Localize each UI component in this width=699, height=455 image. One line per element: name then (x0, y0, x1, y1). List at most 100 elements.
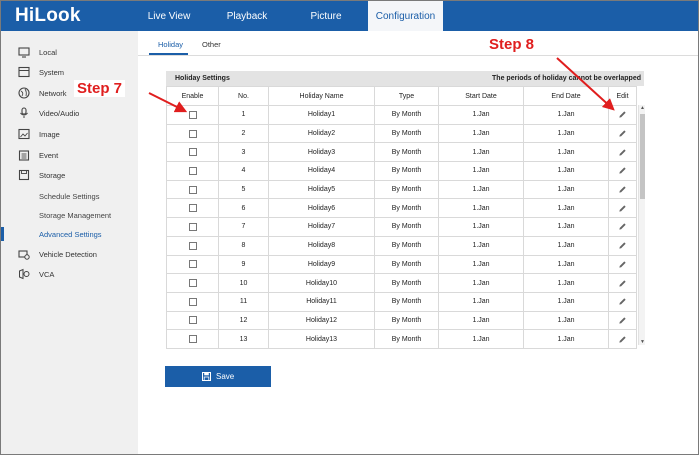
edit-pencil-icon[interactable] (618, 279, 627, 288)
edit-pencil-icon[interactable] (618, 297, 627, 306)
edit-pencil-icon[interactable] (618, 335, 627, 344)
edit-pencil-icon[interactable] (618, 185, 627, 194)
scroll-up-icon[interactable]: ▲ (639, 105, 646, 111)
cell-end-date: 1.Jan (523, 198, 609, 219)
cell-end-date: 1.Jan (523, 217, 609, 237)
edit-pencil-icon[interactable] (618, 260, 627, 269)
table-scrollbar[interactable]: ▲ ▼ (638, 105, 645, 345)
cell-end-date: 1.Jan (523, 273, 609, 293)
holiday-table: Enable No. Holiday Name Type Start Date … (166, 86, 637, 349)
enable-cell (166, 254, 219, 275)
tab-configuration[interactable]: Configuration (368, 1, 443, 31)
sidebar-item-system[interactable]: System (1, 62, 138, 82)
sidebar-item-local[interactable]: Local (1, 42, 138, 62)
enable-checkbox[interactable] (188, 316, 197, 325)
edit-cell (608, 254, 637, 275)
cell-holiday-name: Holiday10 (268, 273, 375, 293)
step8-label: Step 8 (486, 36, 538, 53)
enable-checkbox[interactable] (188, 129, 197, 138)
cell-holiday-name: Holiday11 (268, 291, 375, 312)
sidebar-item-storage[interactable]: Storage (1, 165, 138, 185)
microphone-icon (20, 107, 28, 118)
enable-checkbox[interactable] (188, 166, 197, 175)
cell-no: 1 (218, 105, 269, 125)
sidebar-item-vca[interactable]: VCA (1, 264, 138, 284)
floppy-icon (18, 169, 30, 181)
sidebar-item-event[interactable]: Event (1, 145, 138, 165)
sidebar-item-vehicle-detection[interactable]: Vehicle Detection (1, 244, 138, 264)
cell-type: By Month (374, 310, 439, 331)
enable-checkbox[interactable] (188, 279, 197, 288)
sidebar-subitem-storage-management[interactable]: Storage Management (1, 206, 138, 224)
cell-holiday-name: Holiday6 (268, 198, 375, 219)
enable-checkbox[interactable] (188, 110, 197, 119)
cell-type: By Month (374, 291, 439, 312)
cell-end-date: 1.Jan (523, 161, 609, 181)
enable-checkbox[interactable] (188, 241, 197, 250)
edit-pencil-icon[interactable] (618, 204, 627, 213)
tab-playback[interactable]: Playback (215, 1, 279, 31)
table-row: 11 Holiday11 By Month 1.Jan 1.Jan (166, 291, 637, 312)
edit-cell (608, 310, 637, 331)
edit-pencil-icon[interactable] (618, 129, 627, 138)
scroll-thumb[interactable] (640, 114, 645, 199)
table-row: 1 Holiday1 By Month 1.Jan 1.Jan (166, 105, 637, 125)
edit-pencil-icon[interactable] (618, 316, 627, 325)
cell-end-date: 1.Jan (523, 310, 609, 331)
active-indicator (1, 227, 4, 241)
cell-end-date: 1.Jan (523, 142, 609, 163)
edit-pencil-icon[interactable] (618, 148, 627, 157)
enable-checkbox[interactable] (188, 335, 197, 344)
floppy-save-icon (202, 372, 211, 381)
edit-pencil-icon[interactable] (618, 166, 627, 175)
table-row: 7 Holiday7 By Month 1.Jan 1.Jan (166, 217, 637, 237)
cell-no: 9 (218, 254, 269, 275)
enable-cell (166, 217, 219, 237)
column-header-start-date: Start Date (438, 86, 524, 106)
enable-checkbox[interactable] (188, 297, 197, 306)
enable-cell (166, 142, 219, 163)
enable-checkbox[interactable] (188, 148, 197, 157)
image-icon (18, 128, 30, 140)
enable-cell (166, 329, 219, 349)
table-row: 8 Holiday8 By Month 1.Jan 1.Jan (166, 235, 637, 256)
cell-end-date: 1.Jan (523, 235, 609, 256)
enable-checkbox[interactable] (188, 222, 197, 231)
cell-start-date: 1.Jan (438, 105, 524, 125)
tab-picture[interactable]: Picture (294, 1, 358, 31)
scroll-down-icon[interactable]: ▼ (639, 339, 646, 345)
edit-cell (608, 329, 637, 349)
subtab-holiday[interactable]: Holiday (158, 40, 183, 49)
edit-cell (608, 198, 637, 219)
cell-type: By Month (374, 217, 439, 237)
cell-holiday-name: Holiday9 (268, 254, 375, 275)
table-row: 2 Holiday2 By Month 1.Jan 1.Jan (166, 123, 637, 144)
cell-start-date: 1.Jan (438, 198, 524, 219)
enable-checkbox[interactable] (188, 204, 197, 213)
edit-pencil-icon[interactable] (618, 110, 627, 119)
sidebar-item-label: Local (39, 48, 57, 57)
enable-checkbox[interactable] (188, 260, 197, 269)
sidebar-subitem-advanced-settings[interactable]: Advanced Settings (1, 225, 138, 243)
enable-cell (166, 161, 219, 181)
save-button[interactable]: Save (165, 366, 271, 387)
column-header-type: Type (374, 86, 439, 106)
edit-pencil-icon[interactable] (618, 241, 627, 250)
tab-live-view[interactable]: Live View (137, 1, 201, 31)
enable-cell (166, 310, 219, 331)
column-header-no: No. (218, 86, 269, 106)
cell-start-date: 1.Jan (438, 254, 524, 275)
edit-pencil-icon[interactable] (618, 222, 627, 231)
holiday-settings-header: Holiday Settings The periods of holiday … (166, 71, 644, 86)
cell-end-date: 1.Jan (523, 123, 609, 144)
subtab-other[interactable]: Other (202, 40, 221, 49)
sidebar-item-video-audio[interactable]: Video/Audio (1, 103, 138, 123)
sidebar-item-image[interactable]: Image (1, 124, 138, 144)
cell-type: By Month (374, 273, 439, 293)
sidebar-subitem-schedule-settings[interactable]: Schedule Settings (1, 187, 138, 205)
enable-cell (166, 179, 219, 200)
enable-checkbox[interactable] (188, 185, 197, 194)
cell-holiday-name: Holiday4 (268, 161, 375, 181)
sidebar-subitem-label: Storage Management (39, 211, 112, 220)
edit-cell (608, 179, 637, 200)
